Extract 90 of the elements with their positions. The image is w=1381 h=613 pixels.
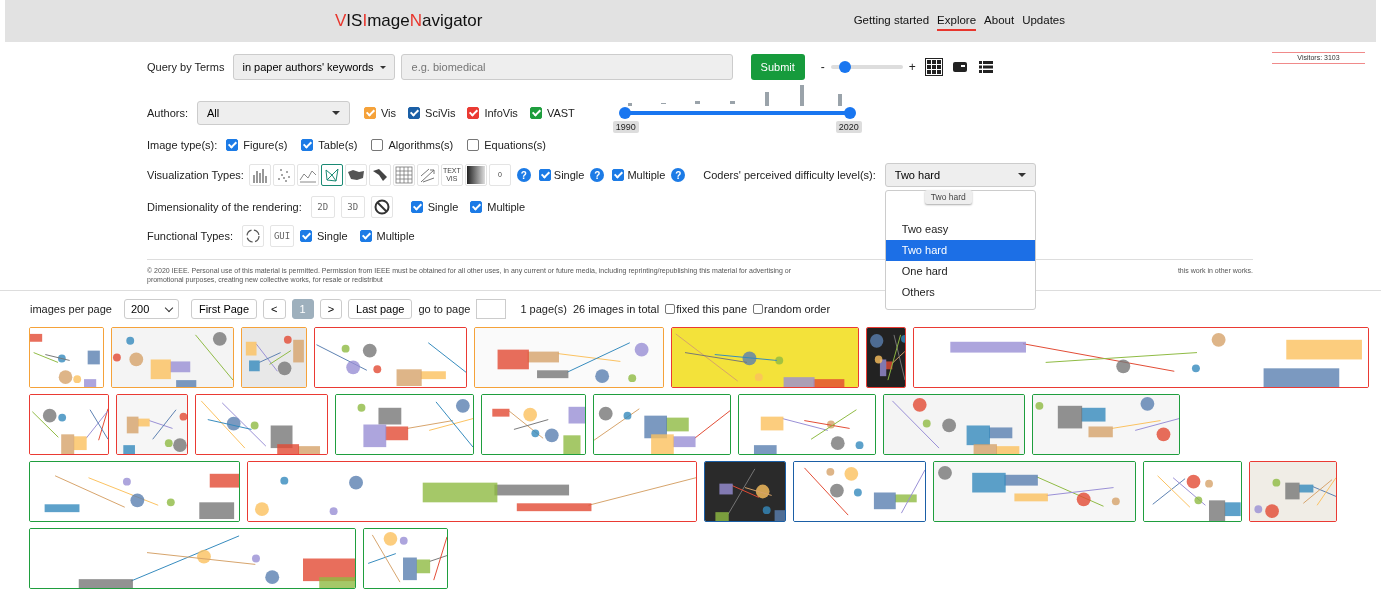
- checkbox-label: Equations(s): [484, 139, 546, 151]
- gradient-chart-icon[interactable]: [464, 164, 487, 186]
- checkbox-label: Table(s): [318, 139, 358, 151]
- checkbox[interactable]: [300, 230, 312, 242]
- per-page-label: images per page: [30, 303, 112, 315]
- arrows-chart-icon[interactable]: [416, 164, 439, 186]
- logo[interactable]: VISImageNavigator: [335, 11, 483, 31]
- last-page-button[interactable]: Last page: [348, 299, 413, 319]
- slider-handle[interactable]: [618, 107, 631, 119]
- checkbox-label: Multiple: [487, 201, 526, 213]
- difficulty-label: Coders' perceived difficulty level(s):: [703, 169, 876, 181]
- network-chart-icon[interactable]: [320, 164, 343, 186]
- checkbox[interactable]: [538, 169, 551, 181]
- tooltip: Two hard: [924, 190, 972, 204]
- image-count: 26 images in total: [572, 303, 660, 315]
- checkbox[interactable]: [371, 139, 384, 151]
- image-type-label: Image type(s):: [147, 139, 218, 151]
- checkbox[interactable]: [753, 304, 764, 314]
- previous-page-button[interactable]: <: [263, 299, 286, 319]
- scatter-chart-icon[interactable]: [272, 164, 295, 186]
- query-label: Query by Terms: [147, 61, 225, 73]
- slider-handle[interactable]: [843, 107, 856, 119]
- ribbon-chart-icon[interactable]: [368, 164, 391, 186]
- checkbox[interactable]: [301, 139, 314, 151]
- authors-label: Authors:: [147, 107, 188, 119]
- checkbox-label: Single: [317, 230, 348, 242]
- checkbox[interactable]: [467, 139, 480, 151]
- nav-link[interactable]: About: [984, 11, 1015, 31]
- year-range-slider[interactable]: [618, 107, 856, 119]
- per-page-dropdown[interactable]: 200: [123, 299, 179, 319]
- checkbox[interactable]: [529, 107, 542, 119]
- year-label: 2020: [835, 121, 862, 133]
- nav-link[interactable]: Explore: [937, 11, 977, 31]
- menu-option[interactable]: Two easy: [885, 219, 1035, 240]
- checkbox-label: Algorithms(s): [388, 139, 454, 151]
- difficulty-dropdown[interactable]: Two hard: [884, 163, 1036, 187]
- type-toggle[interactable]: GUI: [270, 225, 294, 247]
- checkbox[interactable]: [410, 201, 423, 213]
- checkbox-label: fixed this pane: [676, 303, 748, 315]
- checkbox[interactable]: [470, 201, 483, 213]
- type-toggle[interactable]: 3D: [340, 196, 365, 218]
- search-field[interactable]: e.g. biomedical: [400, 54, 733, 80]
- checkbox[interactable]: [408, 107, 421, 119]
- checkbox-label: Single: [553, 169, 585, 181]
- grid-view-icon[interactable]: [925, 59, 942, 75]
- cycle-icon[interactable]: [242, 225, 264, 247]
- checkbox[interactable]: [467, 107, 480, 119]
- zoom-out-label[interactable]: -: [820, 60, 825, 74]
- help-icon[interactable]: ?: [671, 168, 686, 182]
- scope-dropdown[interactable]: in paper authors' keywords: [233, 54, 395, 80]
- checkbox[interactable]: [359, 230, 372, 242]
- checkbox[interactable]: [226, 139, 239, 151]
- checkbox-label: random order: [764, 303, 831, 315]
- prohibited-icon[interactable]: [370, 196, 393, 218]
- checkbox-label: Single: [427, 201, 459, 213]
- year-label: 1990: [612, 121, 639, 133]
- zoom-in-label[interactable]: +: [908, 60, 916, 74]
- first-page-button[interactable]: First Page: [190, 299, 258, 319]
- type-toggle[interactable]: 2D: [310, 196, 335, 218]
- line-chart-icon[interactable]: [296, 164, 319, 186]
- card-view-icon[interactable]: [951, 59, 968, 75]
- bar-chart-icon[interactable]: [248, 164, 271, 186]
- checkbox-label: Figure(s): [243, 139, 288, 151]
- authors-dropdown[interactable]: All: [196, 101, 350, 125]
- list-view-icon[interactable]: [977, 59, 994, 75]
- checkbox-label: SciVis: [425, 107, 456, 119]
- page-count: 1 page(s): [520, 303, 567, 315]
- map-chart-icon[interactable]: [344, 164, 367, 186]
- checkbox-label: InfoVis: [484, 107, 518, 119]
- checkbox[interactable]: [612, 169, 625, 181]
- submit-button[interactable]: Submit: [750, 54, 805, 80]
- visualization-types-label: Visualization Types:: [147, 169, 244, 181]
- next-page-button[interactable]: >: [319, 299, 343, 319]
- menu-option[interactable]: Others: [885, 282, 1035, 303]
- checkbox[interactable]: [363, 107, 376, 119]
- go-to-page-label: go to page: [418, 303, 471, 315]
- dimensionality-label: Dimensionality of the rendering:: [147, 201, 302, 213]
- nav-link[interactable]: Updates: [1022, 11, 1065, 31]
- checkbox-label: VAST: [546, 107, 575, 119]
- help-icon[interactable]: ?: [516, 168, 531, 182]
- checkbox-label: Multiple: [376, 230, 415, 242]
- menu-option[interactable]: Two hard: [885, 240, 1035, 261]
- menu-option[interactable]: One hard: [885, 261, 1035, 282]
- checkbox-label: Multiple: [627, 169, 666, 181]
- page-number-field[interactable]: [476, 299, 507, 319]
- functional-types-label: Functional Types:: [147, 230, 233, 242]
- help-icon[interactable]: ?: [590, 168, 605, 182]
- nav-link[interactable]: Getting started: [853, 11, 930, 31]
- checkbox-label: Vis: [380, 107, 397, 119]
- checkbox[interactable]: [665, 304, 676, 314]
